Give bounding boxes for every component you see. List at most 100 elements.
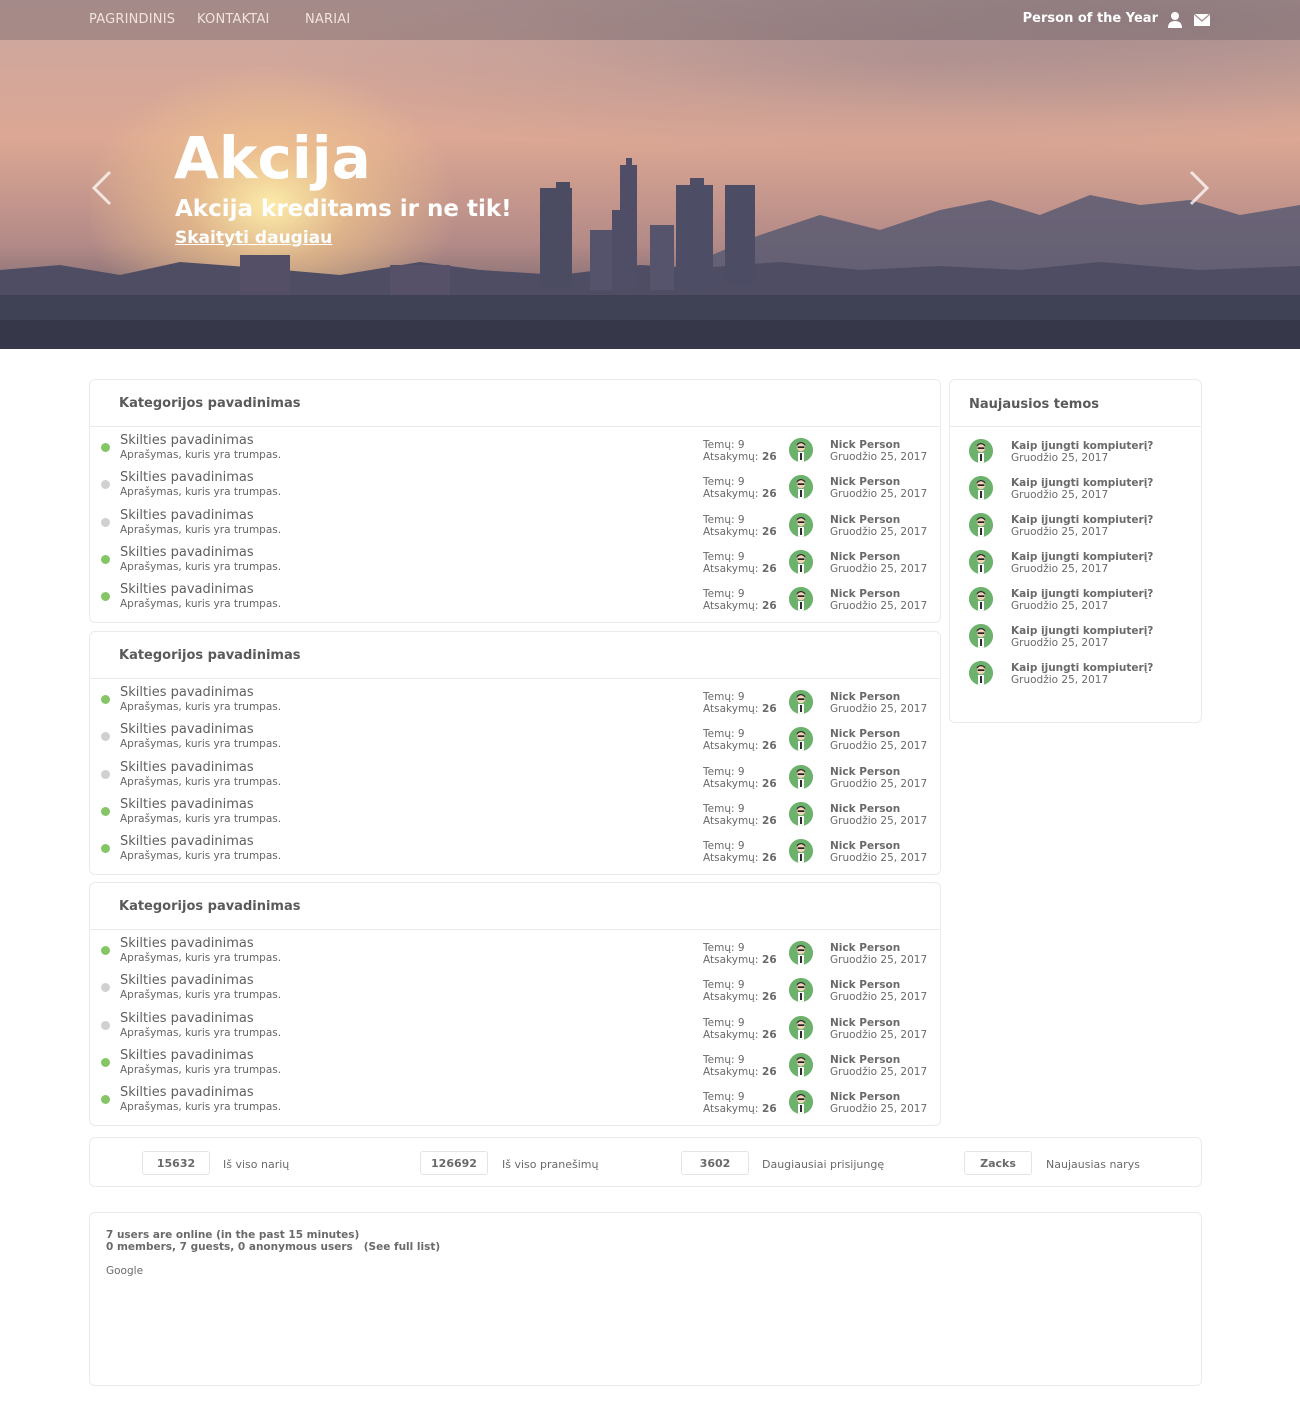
forum-title[interactable]: Skilties pavadinimas	[120, 936, 254, 951]
avatar[interactable]	[969, 513, 993, 537]
nav-link-kontaktai[interactable]: KONTAKTAI	[197, 12, 270, 27]
newest-member-value[interactable]: Zacks	[964, 1151, 1032, 1175]
topics-value: 9	[737, 513, 745, 526]
latest-topic-item[interactable]: Kaip įjungti kompiuterį? Gruodžio 25, 201…	[950, 649, 1201, 686]
avatar[interactable]	[789, 512, 813, 537]
forum-title[interactable]: Skilties pavadinimas	[120, 797, 254, 812]
forum-title[interactable]: Skilties pavadinimas	[120, 545, 254, 560]
forum-row[interactable]: Skilties pavadinimas Aprašymas, kuris yra…	[90, 754, 940, 791]
avatar[interactable]	[789, 978, 813, 1003]
nav-link-pagrindinis[interactable]: PAGRINDINIS	[89, 12, 175, 27]
last-post-user[interactable]: Nick Person	[830, 803, 900, 815]
last-post-user[interactable]: Nick Person	[830, 1091, 900, 1103]
latest-topic-item[interactable]: Kaip įjungti kompiuterį? Gruodžio 25, 201…	[950, 575, 1201, 612]
last-post-user[interactable]: Nick Person	[830, 942, 900, 954]
forum-title[interactable]: Skilties pavadinimas	[120, 1085, 254, 1100]
last-post-user[interactable]: Nick Person	[830, 514, 900, 526]
avatar[interactable]	[789, 1090, 813, 1115]
forum-row[interactable]: Skilties pavadinimas Aprašymas, kuris yra…	[90, 1042, 940, 1079]
latest-topic-title[interactable]: Kaip įjungti kompiuterį?	[1011, 625, 1153, 637]
forum-row[interactable]: Skilties pavadinimas Aprašymas, kuris yra…	[90, 1079, 940, 1116]
chevron-left-icon[interactable]	[88, 168, 118, 208]
avatar[interactable]	[789, 438, 813, 462]
nav-user-name[interactable]: Person of the Year	[1023, 11, 1158, 26]
avatar[interactable]	[969, 439, 993, 463]
forum-title[interactable]: Skilties pavadinimas	[120, 685, 254, 700]
status-dot	[101, 983, 110, 993]
forum-title[interactable]: Skilties pavadinimas	[120, 834, 254, 849]
forum-row[interactable]: Skilties pavadinimas Aprašymas, kuris yra…	[90, 576, 940, 613]
forum-title[interactable]: Skilties pavadinimas	[120, 508, 254, 523]
avatar[interactable]	[969, 661, 993, 685]
last-post-user[interactable]: Nick Person	[830, 979, 900, 991]
latest-topic-item[interactable]: Kaip įjungti kompiuterį? Gruodžio 25, 201…	[950, 464, 1201, 501]
latest-topic-title[interactable]: Kaip įjungti kompiuterį?	[1011, 588, 1153, 600]
forum-title[interactable]: Skilties pavadinimas	[120, 1048, 254, 1063]
chevron-right-icon[interactable]	[1183, 168, 1213, 208]
avatar[interactable]	[969, 624, 993, 648]
avatar[interactable]	[789, 839, 813, 864]
forum-row[interactable]: Skilties pavadinimas Aprašymas, kuris yra…	[90, 828, 940, 865]
last-post-user[interactable]: Nick Person	[830, 476, 900, 488]
forum-row[interactable]: Skilties pavadinimas Aprašymas, kuris yra…	[90, 679, 940, 716]
latest-topic-item[interactable]: Kaip įjungti kompiuterį? Gruodžio 25, 201…	[950, 612, 1201, 649]
last-post-user[interactable]: Nick Person	[830, 588, 900, 600]
latest-topic-date: Gruodžio 25, 2017	[1011, 674, 1109, 686]
nav-link-nariai[interactable]: NARIAI	[305, 12, 350, 27]
last-post-user[interactable]: Nick Person	[830, 551, 900, 563]
forum-row[interactable]: Skilties pavadinimas Aprašymas, kuris yra…	[90, 930, 940, 967]
latest-topic-title[interactable]: Kaip įjungti kompiuterį?	[1011, 662, 1153, 674]
avatar[interactable]	[789, 727, 813, 752]
avatar[interactable]	[789, 1052, 813, 1077]
forum-title[interactable]: Skilties pavadinimas	[120, 433, 254, 448]
avatar[interactable]	[789, 801, 813, 826]
latest-topic-title[interactable]: Kaip įjungti kompiuterį?	[1011, 477, 1153, 489]
last-post-user[interactable]: Nick Person	[830, 728, 900, 740]
last-post-user[interactable]: Nick Person	[830, 691, 900, 703]
forum-row[interactable]: Skilties pavadinimas Aprašymas, kuris yra…	[90, 502, 940, 539]
hero-read-more-link[interactable]: Skaityti daugiau	[175, 228, 332, 248]
category-panel: Kategorijos pavadinimas Skilties pavadin…	[89, 631, 941, 875]
user-icon[interactable]	[1165, 10, 1185, 30]
forum-title[interactable]: Skilties pavadinimas	[120, 582, 254, 597]
latest-topic-item[interactable]: Kaip įjungti kompiuterį? Gruodžio 25, 201…	[950, 501, 1201, 538]
forum-title[interactable]: Skilties pavadinimas	[120, 973, 254, 988]
forum-row[interactable]: Skilties pavadinimas Aprašymas, kuris yra…	[90, 464, 940, 501]
forum-title[interactable]: Skilties pavadinimas	[120, 722, 254, 737]
replies-label: Atsakymų:	[703, 488, 759, 501]
latest-topic-title[interactable]: Kaip įjungti kompiuterį?	[1011, 514, 1153, 526]
avatar[interactable]	[789, 690, 813, 714]
latest-topic-title[interactable]: Kaip įjungti kompiuterį?	[1011, 440, 1153, 452]
forum-row[interactable]: Skilties pavadinimas Aprašymas, kuris yra…	[90, 539, 940, 576]
forum-row[interactable]: Skilties pavadinimas Aprašymas, kuris yra…	[90, 1005, 940, 1042]
avatar[interactable]	[789, 587, 813, 612]
avatar[interactable]	[789, 475, 813, 500]
last-post-user[interactable]: Nick Person	[830, 766, 900, 778]
avatar[interactable]	[969, 476, 993, 500]
forum-row[interactable]: Skilties pavadinimas Aprašymas, kuris yra…	[90, 427, 940, 464]
latest-topic-item[interactable]: Kaip įjungti kompiuterį? Gruodžio 25, 201…	[950, 538, 1201, 575]
last-post-date: Gruodžio 25, 2017	[830, 814, 928, 827]
last-post-user[interactable]: Nick Person	[830, 1054, 900, 1066]
last-post-user[interactable]: Nick Person	[830, 840, 900, 852]
last-post-user[interactable]: Nick Person	[830, 1017, 900, 1029]
forum-row[interactable]: Skilties pavadinimas Aprašymas, kuris yra…	[90, 967, 940, 1004]
avatar[interactable]	[969, 587, 993, 611]
avatar[interactable]	[789, 764, 813, 789]
forum-title[interactable]: Skilties pavadinimas	[120, 470, 254, 485]
forum-title[interactable]: Skilties pavadinimas	[120, 760, 254, 775]
latest-topic-title[interactable]: Kaip įjungti kompiuterį?	[1011, 551, 1153, 563]
avatar[interactable]	[789, 941, 813, 965]
avatar[interactable]	[789, 1015, 813, 1040]
latest-topic-item[interactable]: Kaip įjungti kompiuterį? Gruodžio 25, 201…	[950, 427, 1201, 464]
forum-title[interactable]: Skilties pavadinimas	[120, 1011, 254, 1026]
avatar[interactable]	[789, 549, 813, 574]
last-post-user[interactable]: Nick Person	[830, 439, 900, 451]
mail-icon[interactable]	[1192, 10, 1212, 30]
last-post-date: Gruodžio 25, 2017	[830, 777, 928, 790]
forum-row[interactable]: Skilties pavadinimas Aprašymas, kuris yra…	[90, 791, 940, 828]
see-full-list-link[interactable]: (See full list)	[364, 1241, 440, 1253]
topics-count: Temų: 9	[703, 840, 745, 852]
avatar[interactable]	[969, 550, 993, 574]
forum-row[interactable]: Skilties pavadinimas Aprašymas, kuris yra…	[90, 716, 940, 753]
